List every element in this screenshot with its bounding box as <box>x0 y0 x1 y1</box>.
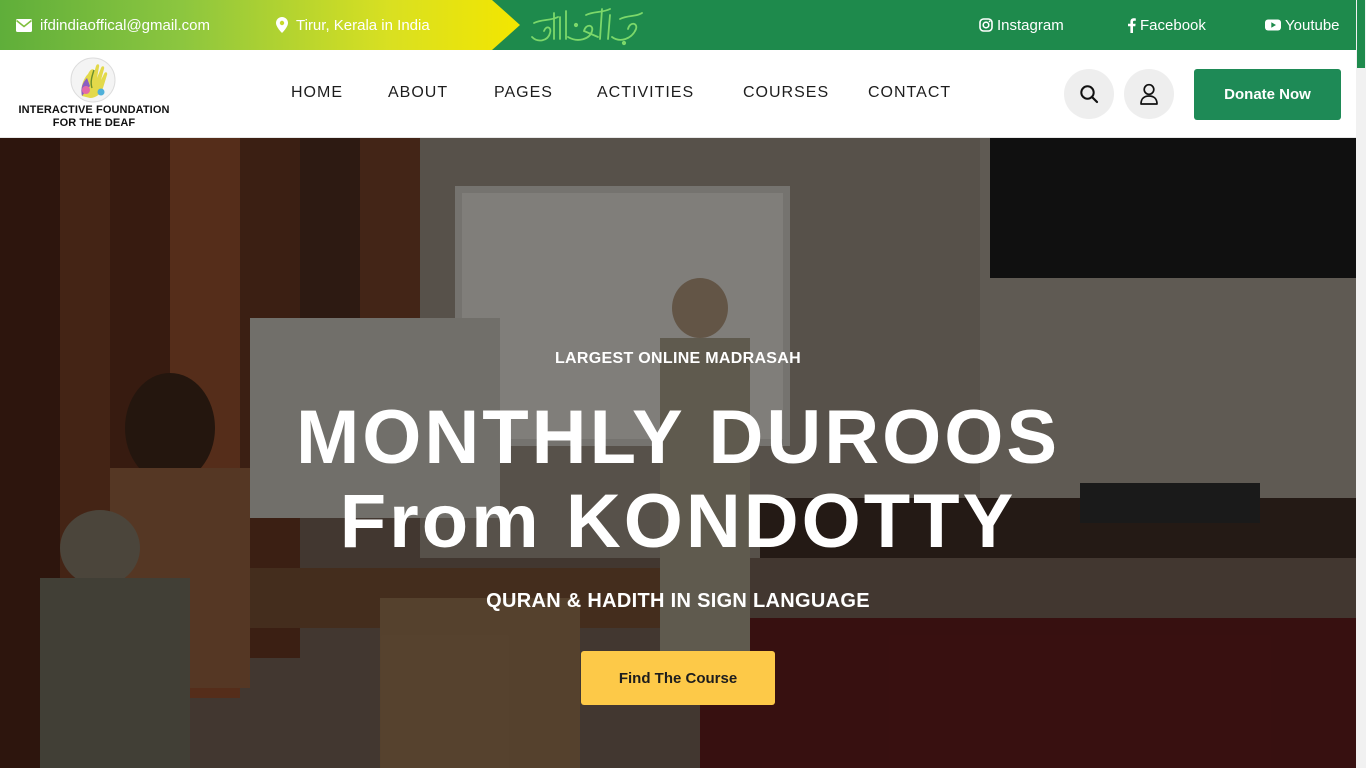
search-button[interactable] <box>1064 69 1114 119</box>
email-text: ifdindiaoffical@gmail.com <box>40 16 211 34</box>
site-logo[interactable]: INTERACTIVE FOUNDATION FOR THE DEAF <box>14 54 174 134</box>
user-icon <box>1140 83 1158 105</box>
hero-title-line-1: MONTHLY DUROOS <box>295 395 1061 480</box>
hero-subtitle: QURAN & HADITH IN SIGN LANGUAGE <box>486 590 870 612</box>
contact-location: Tirur, Kerala in India <box>276 0 430 50</box>
facebook-icon <box>1128 17 1136 33</box>
nav-courses[interactable]: COURSES <box>743 84 829 102</box>
nav-home[interactable]: HOME <box>291 84 343 102</box>
hero-title-line-2: From KONDOTTY <box>339 479 1017 564</box>
page-scrollbar[interactable] <box>1356 0 1366 768</box>
facebook-link[interactable]: Facebook <box>1127 0 1206 50</box>
nav-contact[interactable]: CONTACT <box>868 84 951 102</box>
donate-now-button[interactable]: Donate Now <box>1194 69 1341 120</box>
hero-title: MONTHLY DUROOS From KONDOTTY <box>0 396 1356 564</box>
search-icon <box>1080 85 1099 104</box>
instagram-icon <box>979 18 993 32</box>
scrollbar-thumb[interactable] <box>1357 0 1365 68</box>
youtube-link[interactable]: Youtube <box>1265 0 1340 50</box>
nav-about[interactable]: ABOUT <box>388 84 448 102</box>
youtube-label: Youtube <box>1285 16 1340 34</box>
logo-line-1: INTERACTIVE FOUNDATION <box>18 104 170 116</box>
instagram-label: Instagram <box>997 16 1064 34</box>
location-text: Tirur, Kerala in India <box>296 16 430 34</box>
top-bar: ifdindiaoffical@gmail.com Tirur, Kerala … <box>0 0 1356 50</box>
logo-hand-icon <box>70 57 116 103</box>
nav-pages[interactable]: PAGES <box>494 84 553 102</box>
hero-eyebrow: LARGEST ONLINE MADRASAH <box>554 350 801 367</box>
logo-line-2: FOR THE DEAF <box>52 117 136 129</box>
find-course-button[interactable]: Find The Course <box>581 651 775 705</box>
account-button[interactable] <box>1124 69 1174 119</box>
contact-email[interactable]: ifdindiaoffical@gmail.com <box>16 0 210 50</box>
hero-section: LARGEST ONLINE MADRASAH MONTHLY DUROOS F… <box>0 138 1356 768</box>
facebook-label: Facebook <box>1140 16 1206 34</box>
youtube-icon <box>1265 19 1281 31</box>
envelope-icon <box>16 18 32 32</box>
location-pin-icon <box>276 17 288 33</box>
main-header: INTERACTIVE FOUNDATION FOR THE DEAF HOME… <box>0 50 1356 138</box>
nav-activities[interactable]: ACTIVITIES <box>597 84 694 102</box>
bismillah-calligraphy-icon <box>531 8 643 46</box>
instagram-link[interactable]: Instagram <box>979 0 1064 50</box>
logo-text: INTERACTIVE FOUNDATION FOR THE DEAF <box>14 104 174 130</box>
